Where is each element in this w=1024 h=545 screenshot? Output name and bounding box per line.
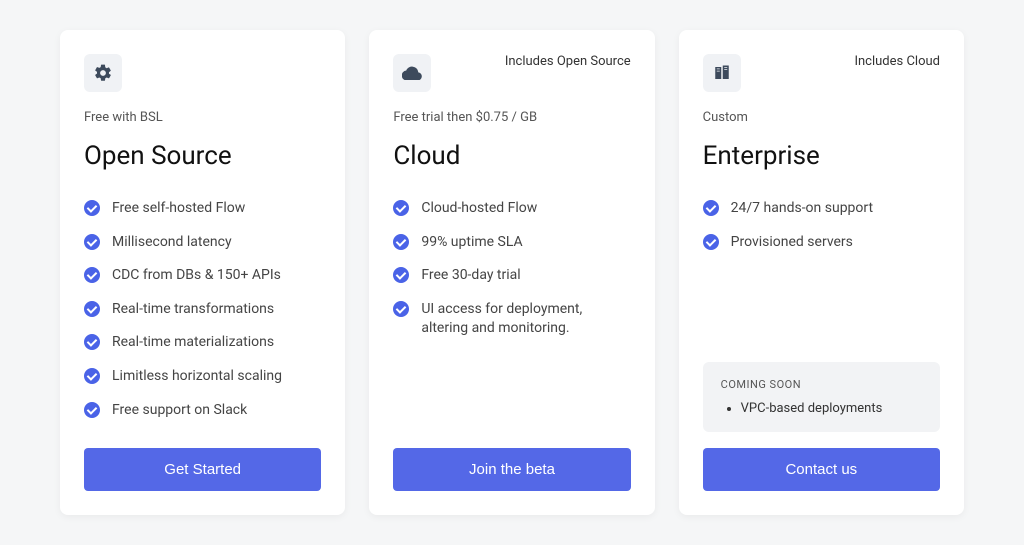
feature-item: Cloud-hosted Flow: [393, 199, 630, 219]
contact-us-button[interactable]: Contact us: [703, 448, 940, 491]
feature-list: Free self-hosted Flow Millisecond latenc…: [84, 199, 321, 448]
price-note: Free with BSL: [84, 110, 321, 125]
card-header: [84, 54, 321, 92]
feature-item: Millisecond latency: [84, 233, 321, 253]
feature-item: Limitless horizontal scaling: [84, 367, 321, 387]
check-icon: [84, 334, 100, 350]
plan-card-cloud: Includes Open Source Free trial then $0.…: [369, 30, 654, 515]
join-beta-button[interactable]: Join the beta: [393, 448, 630, 491]
feature-item: 99% uptime SLA: [393, 233, 630, 253]
feature-list: 24/7 hands-on support Provisioned server…: [703, 199, 940, 362]
check-icon: [84, 267, 100, 283]
coming-soon-list: VPC-based deployments: [721, 401, 922, 416]
get-started-button[interactable]: Get Started: [84, 448, 321, 491]
coming-soon-item: VPC-based deployments: [741, 401, 922, 416]
feature-item: Real-time transformations: [84, 300, 321, 320]
feature-text: Real-time transformations: [112, 300, 274, 320]
feature-text: Provisioned servers: [731, 233, 853, 253]
check-icon: [393, 267, 409, 283]
check-icon: [84, 234, 100, 250]
check-icon: [703, 200, 719, 216]
feature-text: 24/7 hands-on support: [731, 199, 873, 219]
feature-text: Real-time materializations: [112, 333, 274, 353]
feature-item: Free self-hosted Flow: [84, 199, 321, 219]
feature-item: 24/7 hands-on support: [703, 199, 940, 219]
feature-item: Free support on Slack: [84, 401, 321, 421]
card-header: Includes Open Source: [393, 54, 630, 92]
feature-text: Free self-hosted Flow: [112, 199, 245, 219]
feature-item: UI access for deployment, altering and m…: [393, 300, 630, 339]
feature-text: 99% uptime SLA: [421, 233, 522, 253]
feature-text: Cloud-hosted Flow: [421, 199, 537, 219]
feature-text: CDC from DBs & 150+ APIs: [112, 266, 281, 286]
feature-text: Free 30-day trial: [421, 266, 520, 286]
price-note: Free trial then $0.75 / GB: [393, 110, 630, 125]
header-tag: Includes Cloud: [854, 54, 940, 69]
plan-card-enterprise: Includes Cloud Custom Enterprise 24/7 ha…: [679, 30, 964, 515]
plan-title: Open Source: [84, 141, 321, 171]
check-icon: [393, 301, 409, 317]
check-icon: [703, 234, 719, 250]
feature-item: Provisioned servers: [703, 233, 940, 253]
coming-soon-label: COMING SOON: [721, 378, 922, 391]
feature-item: CDC from DBs & 150+ APIs: [84, 266, 321, 286]
plan-title: Cloud: [393, 141, 630, 171]
coming-soon-box: COMING SOON VPC-based deployments: [703, 362, 940, 432]
header-tag: Includes Open Source: [505, 54, 631, 69]
feature-text: Free support on Slack: [112, 401, 247, 421]
check-icon: [393, 234, 409, 250]
feature-text: UI access for deployment, altering and m…: [421, 300, 630, 339]
feature-item: Free 30-day trial: [393, 266, 630, 286]
check-icon: [84, 301, 100, 317]
card-header: Includes Cloud: [703, 54, 940, 92]
plan-title: Enterprise: [703, 141, 940, 171]
check-icon: [84, 402, 100, 418]
feature-text: Limitless horizontal scaling: [112, 367, 282, 387]
feature-list: Cloud-hosted Flow 99% uptime SLA Free 30…: [393, 199, 630, 448]
feature-item: Real-time materializations: [84, 333, 321, 353]
pricing-grid: Free with BSL Open Source Free self-host…: [60, 30, 964, 515]
plan-card-open-source: Free with BSL Open Source Free self-host…: [60, 30, 345, 515]
feature-text: Millisecond latency: [112, 233, 232, 253]
check-icon: [84, 368, 100, 384]
server-icon: [703, 54, 741, 92]
check-icon: [84, 200, 100, 216]
gear-icon: [84, 54, 122, 92]
price-note: Custom: [703, 110, 940, 125]
cloud-icon: [393, 54, 431, 92]
check-icon: [393, 200, 409, 216]
